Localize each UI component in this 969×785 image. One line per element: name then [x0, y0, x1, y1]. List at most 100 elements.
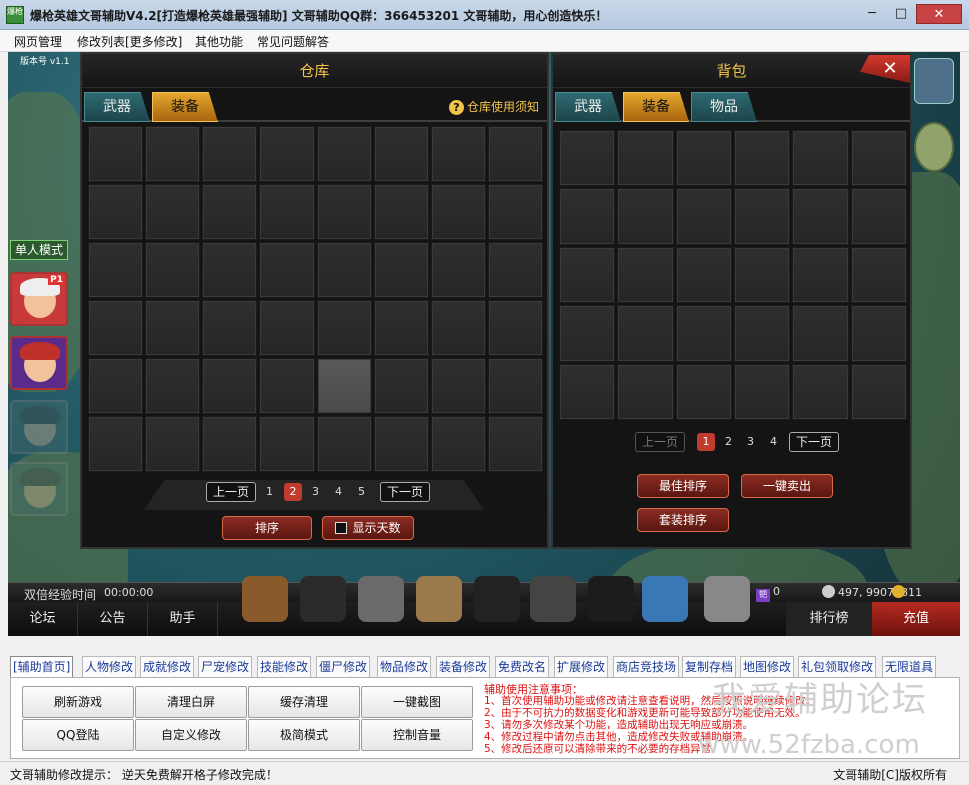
storage-slot[interactable] — [487, 126, 543, 182]
tool-tab[interactable]: 技能修改 — [257, 656, 312, 678]
storage-slot[interactable] — [202, 242, 258, 298]
bag-slot[interactable] — [675, 363, 732, 420]
storage-slot[interactable] — [373, 300, 429, 356]
bag-slot[interactable] — [792, 130, 849, 187]
storage-tab-weapons[interactable]: 武器 — [84, 92, 150, 122]
storage-slot[interactable] — [88, 126, 144, 182]
bag-slot[interactable] — [617, 188, 674, 245]
storage-slot[interactable] — [259, 300, 315, 356]
tool-tab[interactable]: 物品修改 — [377, 656, 432, 678]
bag-slot[interactable] — [559, 246, 616, 304]
bag-page-1[interactable]: 1 — [697, 433, 715, 451]
bag-page-3[interactable]: 3 — [747, 435, 754, 448]
forum-button[interactable]: 论坛 — [8, 602, 78, 636]
bag-slot[interactable] — [850, 188, 907, 245]
bag-slot[interactable] — [559, 305, 616, 362]
single-mode-button[interactable]: 单人模式 — [10, 240, 68, 260]
storage-slot[interactable] — [259, 242, 315, 298]
bag-slot[interactable] — [850, 130, 907, 187]
hood-icon[interactable] — [588, 576, 634, 622]
maximize-button[interactable]: □ — [887, 4, 915, 24]
storage-slot[interactable] — [487, 184, 543, 240]
storage-slot[interactable] — [430, 416, 486, 472]
storage-slot[interactable] — [373, 242, 429, 298]
storage-page-5[interactable]: 5 — [358, 485, 365, 498]
show-days-toggle[interactable]: 显示天数 — [322, 516, 414, 540]
clear-white-screen-button[interactable]: 清理白屏 — [135, 686, 247, 718]
storage-slot[interactable] — [430, 300, 486, 356]
minimal-mode-button[interactable]: 极简模式 — [248, 719, 360, 751]
bag-slot[interactable] — [733, 246, 791, 304]
bag-slot[interactable] — [792, 246, 849, 304]
storage-slot[interactable] — [316, 126, 372, 182]
storage-slot[interactable] — [88, 358, 144, 414]
bullets-icon[interactable] — [530, 576, 576, 622]
storage-slot[interactable] — [202, 126, 258, 182]
tool-tab[interactable]: 尸宠修改 — [198, 656, 253, 678]
storage-slot[interactable] — [202, 184, 258, 240]
suit-sort-button[interactable]: 套装排序 — [637, 508, 729, 532]
player-avatar-3[interactable] — [10, 400, 68, 454]
storage-page-1[interactable]: 1 — [266, 485, 273, 498]
game-viewport[interactable]: 版本号 v1.1 单人模式 P1 仓库 武器 装备 ? 仓库使用须知 上一页 1 … — [8, 52, 960, 636]
bag-slot[interactable] — [850, 305, 907, 362]
storage-slot[interactable] — [487, 358, 543, 414]
storage-sort-button[interactable]: 排序 — [222, 516, 312, 540]
storage-slot[interactable] — [487, 416, 543, 472]
menu-web-manage[interactable]: 网页管理 — [14, 33, 62, 50]
close-window-button[interactable]: ✕ — [916, 4, 962, 24]
recharge-button[interactable]: 充值 — [872, 602, 960, 636]
bag-slot[interactable] — [733, 363, 791, 420]
qq-login-button[interactable]: QQ登陆 — [22, 719, 134, 751]
bag-prev-page-button[interactable]: 上一页 — [635, 432, 686, 452]
storage-next-page-button[interactable]: 下一页 — [380, 482, 431, 502]
bag-slot[interactable] — [617, 130, 674, 187]
custom-modify-button[interactable]: 自定义修改 — [135, 719, 247, 751]
storage-slot[interactable] — [88, 242, 144, 298]
screenshot-button[interactable]: 一键截图 — [361, 686, 473, 718]
storage-slot[interactable] — [145, 242, 201, 298]
bag-slot[interactable] — [733, 305, 791, 362]
storage-slot[interactable] — [373, 184, 429, 240]
storage-slot[interactable] — [259, 416, 315, 472]
bag-slot[interactable] — [733, 188, 791, 245]
bag-slot[interactable] — [617, 246, 674, 304]
storage-slot[interactable] — [487, 300, 543, 356]
mask-icon[interactable] — [474, 576, 520, 622]
storage-slot[interactable] — [88, 300, 144, 356]
storage-slot[interactable] — [316, 358, 372, 414]
forge-hammer-icon[interactable] — [416, 576, 462, 622]
assistant-button[interactable]: 助手 — [148, 602, 218, 636]
best-sort-button[interactable]: 最佳排序 — [637, 474, 729, 498]
bag-page-2[interactable]: 2 — [725, 435, 732, 448]
bag-next-page-button[interactable]: 下一页 — [789, 432, 840, 452]
zombie-icon[interactable] — [914, 122, 954, 172]
bag-slot[interactable] — [559, 130, 616, 187]
bag-slot[interactable] — [675, 246, 732, 304]
weapons-icon[interactable] — [914, 58, 954, 104]
bag-tab-equipment[interactable]: 装备 — [623, 92, 689, 122]
storage-slot[interactable] — [259, 358, 315, 414]
bag-slot[interactable] — [733, 130, 791, 187]
tool-tab[interactable]: 商店竞技场 — [613, 656, 680, 678]
bag-tab-items[interactable]: 物品 — [691, 92, 757, 122]
scroll-icon[interactable] — [358, 576, 404, 622]
bag-slot[interactable] — [559, 363, 616, 420]
bag-slot[interactable] — [850, 246, 907, 304]
bag-page-4[interactable]: 4 — [770, 435, 777, 448]
bag-slot[interactable] — [617, 305, 674, 362]
storage-slot[interactable] — [373, 126, 429, 182]
refresh-game-button[interactable]: 刷新游戏 — [22, 686, 134, 718]
bag-slot[interactable] — [850, 363, 907, 420]
player-avatar-2[interactable] — [10, 336, 68, 390]
storage-slot[interactable] — [202, 416, 258, 472]
bag-slot[interactable] — [617, 363, 674, 420]
storage-slot[interactable] — [430, 126, 486, 182]
storage-slot[interactable] — [430, 184, 486, 240]
player-avatar-p1[interactable]: P1 — [10, 272, 68, 326]
bag-slot[interactable] — [792, 363, 849, 420]
storage-slot[interactable] — [259, 184, 315, 240]
storage-slot[interactable] — [430, 242, 486, 298]
bag-slot[interactable] — [675, 130, 732, 187]
storage-slot[interactable] — [316, 416, 372, 472]
